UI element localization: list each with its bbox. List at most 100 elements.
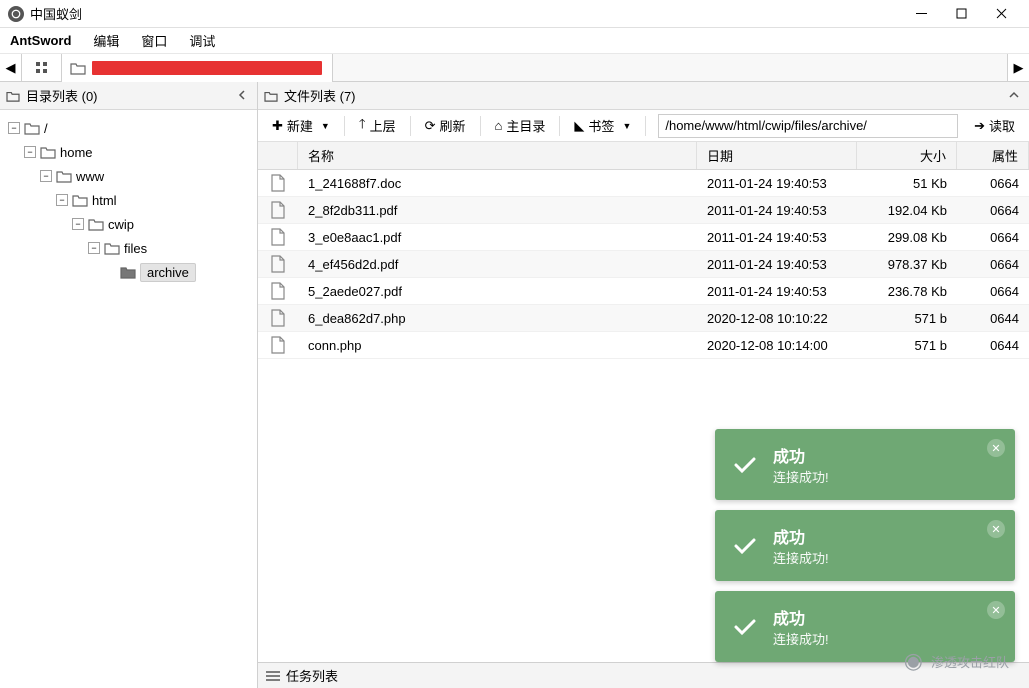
folder-icon — [70, 61, 86, 75]
tree-toggle[interactable]: − — [24, 146, 36, 158]
minimize-button[interactable] — [901, 0, 941, 28]
tree-node[interactable]: −/ — [4, 116, 253, 140]
maximize-button[interactable] — [941, 0, 981, 28]
toast-close[interactable]: ✕ — [987, 520, 1005, 538]
tree-node-label: www — [76, 169, 104, 184]
new-button[interactable]: ✚新建▼ — [264, 112, 338, 139]
folder-icon — [104, 241, 120, 255]
close-button[interactable] — [981, 0, 1021, 28]
file-row-size: 2011-01-24 19:40:53 — [697, 176, 857, 191]
folder-icon — [40, 145, 56, 159]
toast-close[interactable]: ✕ — [987, 439, 1005, 457]
php-file-icon — [270, 336, 286, 354]
plus-icon: ✚ — [272, 118, 283, 134]
tree-node[interactable]: −files — [4, 236, 253, 260]
menu-app[interactable]: AntSword — [6, 31, 75, 50]
window-title: 中国蚁剑 — [30, 4, 901, 23]
file-row-name: 6_dea862d7.php — [298, 311, 697, 326]
file-row[interactable]: 3_e0e8aac1.pdf2011-01-24 19:40:53299.08 … — [258, 224, 1029, 251]
menu-debug[interactable]: 调试 — [185, 29, 219, 52]
file-row[interactable]: 5_2aede027.pdf2011-01-24 19:40:53236.78 … — [258, 278, 1029, 305]
bookmark-icon: ◣ — [574, 118, 584, 134]
tree-node[interactable]: − www — [4, 164, 253, 188]
tree-toggle-blank — [104, 266, 116, 278]
menu-edit[interactable]: 编辑 — [89, 29, 123, 52]
column-size[interactable]: 大小 — [857, 142, 957, 169]
tree-toggle[interactable]: − — [56, 194, 68, 206]
tabbar: ◀ ▶ — [0, 54, 1029, 82]
tab-scroll-left[interactable]: ◀ — [0, 54, 22, 81]
arrow-up-icon: 🡑 — [359, 115, 366, 137]
tree-node-label: archive — [140, 263, 196, 282]
file-row-perm: 0664 — [957, 257, 1029, 272]
tree-toggle[interactable]: − — [72, 218, 84, 230]
file-row-size: 2011-01-24 19:40:53 — [697, 257, 857, 272]
collapse-filelist-button[interactable] — [1005, 86, 1023, 105]
column-name[interactable]: 名称 — [298, 142, 697, 169]
file-grid-header: 名称 日期 大小 属性 — [258, 142, 1029, 170]
file-row-perm: 0664 — [957, 230, 1029, 245]
file-row-name: 2_8f2db311.pdf — [298, 203, 697, 218]
file-row[interactable]: 6_dea862d7.php2020-12-08 10:10:22571 b06… — [258, 305, 1029, 332]
doc-file-icon — [270, 174, 286, 192]
folder-icon — [6, 90, 20, 102]
tree-node[interactable]: − cwip — [4, 212, 253, 236]
column-perm[interactable]: 属性 — [957, 142, 1029, 169]
tab-scroll-right[interactable]: ▶ — [1007, 54, 1029, 81]
file-row-icon — [258, 201, 298, 219]
tab-home[interactable] — [22, 54, 62, 81]
toast: 成功连接成功!✕ — [715, 429, 1015, 500]
bookmark-button[interactable]: ◣书签▼ — [566, 112, 639, 139]
tree-node[interactable]: archive — [4, 260, 253, 284]
file-row-name: conn.php — [298, 338, 697, 353]
file-row-perm: 0664 — [957, 284, 1029, 299]
tree-node-label: / — [44, 121, 48, 136]
file-row-perm: 0664 — [957, 176, 1029, 191]
home-button[interactable]: ⌂主目录 — [487, 112, 554, 139]
tree-node[interactable]: −home — [4, 140, 253, 164]
file-row-name: 4_ef456d2d.pdf — [298, 257, 697, 272]
tree-toggle[interactable]: − — [8, 122, 20, 134]
caret-down-icon: ▼ — [321, 121, 330, 131]
column-icon[interactable] — [258, 142, 298, 169]
refresh-button[interactable]: ⟳刷新 — [417, 112, 474, 139]
file-row-name: 5_2aede027.pdf — [298, 284, 697, 299]
pdf-file-icon — [270, 201, 286, 219]
folder-icon — [72, 193, 88, 207]
tab-session[interactable] — [62, 54, 333, 81]
taskbar-title: 任务列表 — [286, 666, 338, 685]
file-row-perm: 0664 — [957, 203, 1029, 218]
taskbar[interactable]: 任务列表 — [258, 662, 1029, 688]
column-date[interactable]: 日期 — [697, 142, 857, 169]
folder-icon — [56, 169, 72, 183]
pdf-file-icon — [270, 228, 286, 246]
toast-close[interactable]: ✕ — [987, 601, 1005, 619]
toast: 成功连接成功!✕ — [715, 591, 1015, 662]
folder-tree-header: 目录列表 (0) — [0, 82, 257, 110]
toast: 成功连接成功!✕ — [715, 510, 1015, 581]
file-row[interactable]: 2_8f2db311.pdf2011-01-24 19:40:53192.04 … — [258, 197, 1029, 224]
tree-node-label: cwip — [108, 217, 134, 232]
app-icon — [8, 6, 24, 22]
up-button[interactable]: 🡑上层 — [351, 111, 404, 141]
file-row[interactable]: conn.php2020-12-08 10:14:00571 b0644 — [258, 332, 1029, 359]
file-row-icon — [258, 255, 298, 273]
folder-tree[interactable]: −/−home−www−html−cwip−filesarchive — [0, 110, 257, 688]
file-row-icon — [258, 282, 298, 300]
check-icon — [731, 532, 759, 560]
read-button[interactable]: ➔读取 — [966, 112, 1023, 139]
file-row-size: 2011-01-24 19:40:53 — [697, 284, 857, 299]
file-row-icon — [258, 174, 298, 192]
menu-window[interactable]: 窗口 — [137, 29, 171, 52]
file-row[interactable]: 1_241688f7.doc2011-01-24 19:40:5351 Kb06… — [258, 170, 1029, 197]
tree-node-label: html — [92, 193, 117, 208]
tree-toggle[interactable]: − — [40, 170, 52, 182]
collapse-sidebar-button[interactable] — [233, 86, 251, 105]
window-titlebar: 中国蚁剑 — [0, 0, 1029, 28]
file-row-name: 1_241688f7.doc — [298, 176, 697, 191]
tree-node[interactable]: − html — [4, 188, 253, 212]
path-input[interactable] — [658, 114, 958, 138]
file-row[interactable]: 4_ef456d2d.pdf2011-01-24 19:40:53978.37 … — [258, 251, 1029, 278]
tree-toggle[interactable]: − — [88, 242, 100, 254]
menubar: AntSword 编辑 窗口 调试 — [0, 28, 1029, 54]
